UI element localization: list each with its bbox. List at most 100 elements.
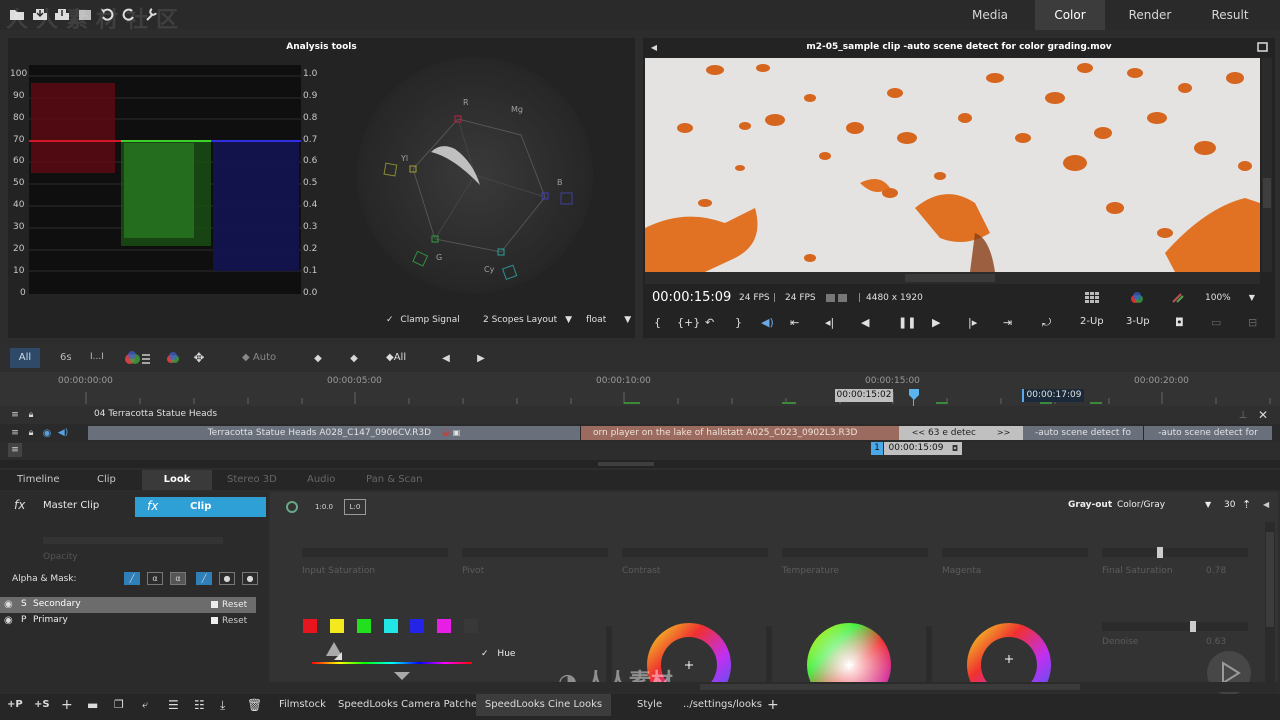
fullscreen-icon[interactable] [1255, 40, 1269, 54]
add-tab-icon[interactable]: + [767, 694, 779, 716]
viewer-hscrollbar[interactable] [645, 272, 1260, 284]
reset-button[interactable]: Reset [222, 616, 247, 626]
levels-icon[interactable]: L:0 [344, 499, 366, 515]
layers-down-icon[interactable]: ☷ [194, 694, 205, 716]
color-wheel-gain[interactable] [966, 622, 1052, 682]
lock-icon[interactable]: 🔒︎ [24, 408, 38, 422]
format-select[interactable]: float ▼ [586, 315, 631, 325]
timeline-scrollbar[interactable] [0, 460, 1280, 468]
add-icon[interactable]: + [61, 694, 73, 716]
mask-mode-icon[interactable]: ╱ [124, 572, 140, 585]
contrast-slider[interactable] [622, 548, 768, 557]
previous-frame-icon[interactable]: ◂| [825, 316, 834, 329]
tab-look[interactable]: Look [142, 470, 212, 490]
clip-button[interactable]: fx Clip [135, 497, 266, 517]
look-vscrollbar[interactable] [1265, 522, 1275, 692]
tab-style[interactable]: Style [637, 694, 662, 716]
move-icon[interactable]: ✥ [191, 350, 207, 366]
pivot-slider[interactable] [462, 548, 608, 557]
green-swatch[interactable] [357, 619, 371, 633]
denoise-slider[interactable] [1102, 621, 1248, 632]
layers-icon[interactable]: ☰ [168, 694, 179, 716]
duplicate-icon[interactable]: ❐ [114, 694, 124, 716]
camera-small-icon[interactable]: ◘ [948, 442, 962, 455]
slider-handle[interactable] [1157, 547, 1163, 558]
clamp-signal-checkbox[interactable]: ✓ Clamp Signal [386, 315, 460, 325]
mark-out-icon[interactable]: } [735, 316, 742, 329]
alpha-icon[interactable]: α [147, 572, 163, 585]
auto-button[interactable]: ◆ Auto [242, 352, 276, 363]
lock-fps-icon[interactable] [826, 292, 850, 304]
go-to-start-icon[interactable]: ⇤ [790, 316, 799, 329]
loop-playback-icon[interactable]: ⤾ [1042, 316, 1051, 330]
audio-icon[interactable]: ◀) [761, 316, 774, 329]
play-icon[interactable]: ▶ [932, 316, 940, 329]
lock-icon[interactable]: 🔒︎ [24, 426, 38, 440]
scroll-thumb[interactable] [700, 684, 1080, 690]
track-menu-icon[interactable]: ≡ [8, 408, 22, 422]
timecode-display[interactable]: 00:00:15:09 [652, 290, 731, 305]
add-primary-button[interactable]: +P [7, 694, 23, 716]
mask-icon[interactable]: ╱ [196, 572, 212, 585]
curve-100-icon[interactable]: 1:0.0 [313, 499, 335, 515]
trash-icon[interactable]: 🗑︎ [247, 694, 262, 716]
wheel-level-slider[interactable] [766, 626, 772, 682]
input-saturation-slider[interactable] [302, 548, 448, 557]
all-filter-button[interactable]: All [10, 348, 40, 368]
tab-speedlooks-camera-patches[interactable]: SpeedLooks Camera Patches [338, 694, 482, 716]
folder-icon[interactable]: ▬ [87, 694, 98, 716]
scroll-thumb[interactable] [1266, 532, 1274, 627]
three-up-button[interactable]: 3-Up [1126, 316, 1150, 327]
zoom-select[interactable]: 100% ▼ [1205, 293, 1255, 303]
previous-keyframe-icon[interactable]: ◀ [438, 350, 454, 366]
tab-render[interactable]: Render [1115, 0, 1185, 30]
reset-button[interactable]: Reset [222, 600, 247, 610]
layer-row-primary[interactable]: ◉ P Primary Reset [0, 613, 256, 629]
scroll-thumb[interactable] [598, 462, 654, 466]
color-channels-icon[interactable] [1129, 291, 1145, 305]
scroll-thumb[interactable] [1263, 178, 1271, 208]
tab-filmstock[interactable]: Filmstock [279, 694, 326, 716]
close-icon[interactable]: ✕ [1256, 408, 1270, 422]
tab-speedlooks-cine-looks[interactable]: SpeedLooks Cine Looks [476, 694, 611, 716]
wheel-level-slider[interactable] [926, 626, 932, 682]
layer-row-secondary[interactable]: ◉ S Secondary Reset [0, 597, 256, 613]
layer-checkbox[interactable] [211, 617, 218, 624]
tab-timeline[interactable]: Timeline [17, 470, 60, 490]
clip-5[interactable]: -auto scene detect for [1144, 426, 1272, 440]
remove-keyframe-icon[interactable]: ◆ [346, 350, 362, 366]
flip-icon[interactable]: ⤶ [142, 694, 148, 716]
slider-handle[interactable] [1190, 621, 1196, 632]
step-back-icon[interactable]: ◀ [861, 316, 869, 329]
denoise-value[interactable]: 0.63 [1206, 637, 1226, 647]
layer-checkbox[interactable] [211, 601, 218, 608]
final-saturation-value[interactable]: 0.78 [1206, 566, 1226, 576]
hue-range-slider[interactable] [312, 640, 472, 680]
magenta-slider[interactable] [942, 548, 1088, 557]
mask-circle-icon[interactable]: ● [219, 572, 235, 585]
clip-2[interactable]: orn player on the lake of hallstatt A025… [581, 426, 899, 440]
pause-icon[interactable]: ❚❚ [898, 316, 916, 329]
two-up-button[interactable]: 2-Up [1080, 316, 1104, 327]
magenta-swatch[interactable] [437, 619, 451, 633]
add-secondary-button[interactable]: +S [34, 694, 50, 716]
temperature-slider[interactable] [782, 548, 928, 557]
visibility-icon[interactable]: ◉ [4, 615, 13, 626]
look-hscrollbar[interactable] [270, 682, 1278, 692]
timeline-ruler[interactable]: 00:00:00:00 00:00:05:00 00:00:10:00 00:0… [0, 372, 1280, 406]
clip-3-selected[interactable]: << 63 e detec >> [899, 426, 1023, 440]
color-picker-icon[interactable] [1170, 291, 1186, 305]
grid-icon[interactable] [1084, 291, 1100, 305]
collapse-icon[interactable]: ◀ [1263, 500, 1269, 509]
tab-settings-looks[interactable]: ../settings/looks [683, 694, 762, 716]
grayout-select[interactable]: Color/Gray ▼ [1117, 500, 1211, 510]
tab-clip[interactable]: Clip [97, 470, 116, 490]
tab-pan-scan[interactable]: Pan & Scan [366, 470, 423, 490]
add-keyframe-icon[interactable]: ◆ [310, 350, 326, 366]
all-keyframes-button[interactable]: ◆All [386, 352, 406, 363]
tab-stereo-3d[interactable]: Stereo 3D [227, 470, 277, 490]
mark-out-label[interactable]: 00:00:17:09 [1024, 389, 1084, 402]
track-menu-icon[interactable]: ≡ [8, 426, 22, 440]
color-wheel-icon[interactable] [165, 350, 181, 366]
visibility-icon[interactable]: ◉ [40, 426, 54, 440]
